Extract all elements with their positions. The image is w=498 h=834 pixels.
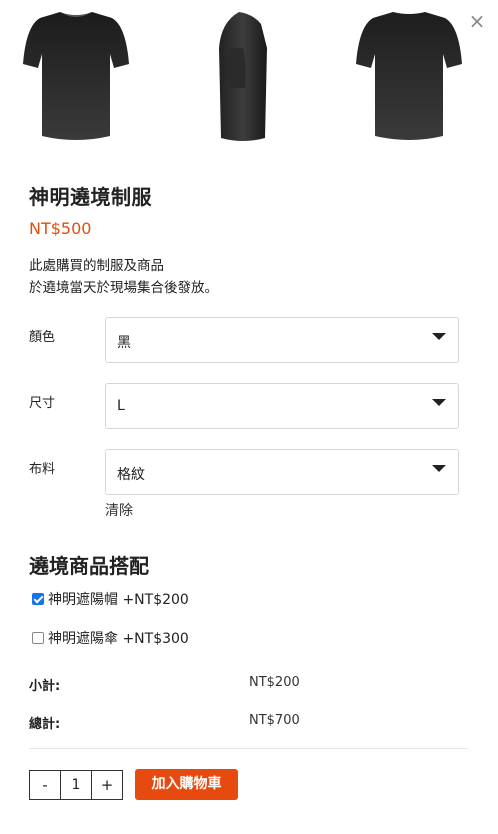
tshirt-front-icon[interactable] xyxy=(22,8,130,144)
addon-umbrella[interactable]: 神明遮陽傘 +NT$300 xyxy=(32,628,189,648)
fabric-select[interactable]: 格紋 xyxy=(105,449,459,495)
product-gallery xyxy=(0,0,498,150)
product-title: 神明遶境制服 xyxy=(29,185,152,209)
product-price: NT$500 xyxy=(29,219,92,238)
chevron-down-icon xyxy=(432,399,446,406)
fabric-select-value: 格紋 xyxy=(117,467,145,483)
color-select-value: 黑 xyxy=(117,335,131,351)
clear-options-link[interactable]: 清除 xyxy=(105,500,133,520)
umbrella-checkbox[interactable] xyxy=(32,632,44,644)
add-to-cart-button[interactable]: 加入購物車 xyxy=(135,769,238,800)
quantity-stepper: - 1 + xyxy=(29,770,123,800)
total-value: NT$700 xyxy=(249,713,300,728)
size-label: 尺寸 xyxy=(29,396,56,411)
chevron-down-icon xyxy=(432,465,446,472)
addon-section-title: 遶境商品搭配 xyxy=(29,554,149,578)
decrement-button[interactable]: - xyxy=(30,771,60,799)
subtotal-label: 小計: xyxy=(29,679,61,694)
hat-checkbox[interactable] xyxy=(32,593,44,605)
color-label: 顏色 xyxy=(29,330,56,345)
divider xyxy=(29,748,469,749)
increment-button[interactable]: + xyxy=(92,771,122,799)
chevron-down-icon xyxy=(432,333,446,340)
size-select-value: L xyxy=(117,398,125,414)
description-line: 此處購買的制服及商品 xyxy=(29,258,164,274)
quantity-input[interactable]: 1 xyxy=(60,771,92,799)
size-select[interactable]: L xyxy=(105,383,459,429)
color-select[interactable]: 黑 xyxy=(105,317,459,363)
product-description: 此處購買的制服及商品 於遶境當天於現場集合後發放。 xyxy=(29,255,218,299)
fabric-label: 布料 xyxy=(29,462,56,477)
description-line: 於遶境當天於現場集合後發放。 xyxy=(29,280,218,296)
subtotal-value: NT$200 xyxy=(249,675,300,690)
addon-hat-label: 神明遮陽帽 +NT$200 xyxy=(48,592,189,608)
tshirt-back-icon[interactable] xyxy=(355,8,463,144)
addon-hat[interactable]: 神明遮陽帽 +NT$200 xyxy=(32,589,189,609)
tshirt-side-icon[interactable] xyxy=(217,8,269,144)
addon-umbrella-label: 神明遮陽傘 +NT$300 xyxy=(48,631,189,647)
total-label: 總計: xyxy=(29,717,61,732)
